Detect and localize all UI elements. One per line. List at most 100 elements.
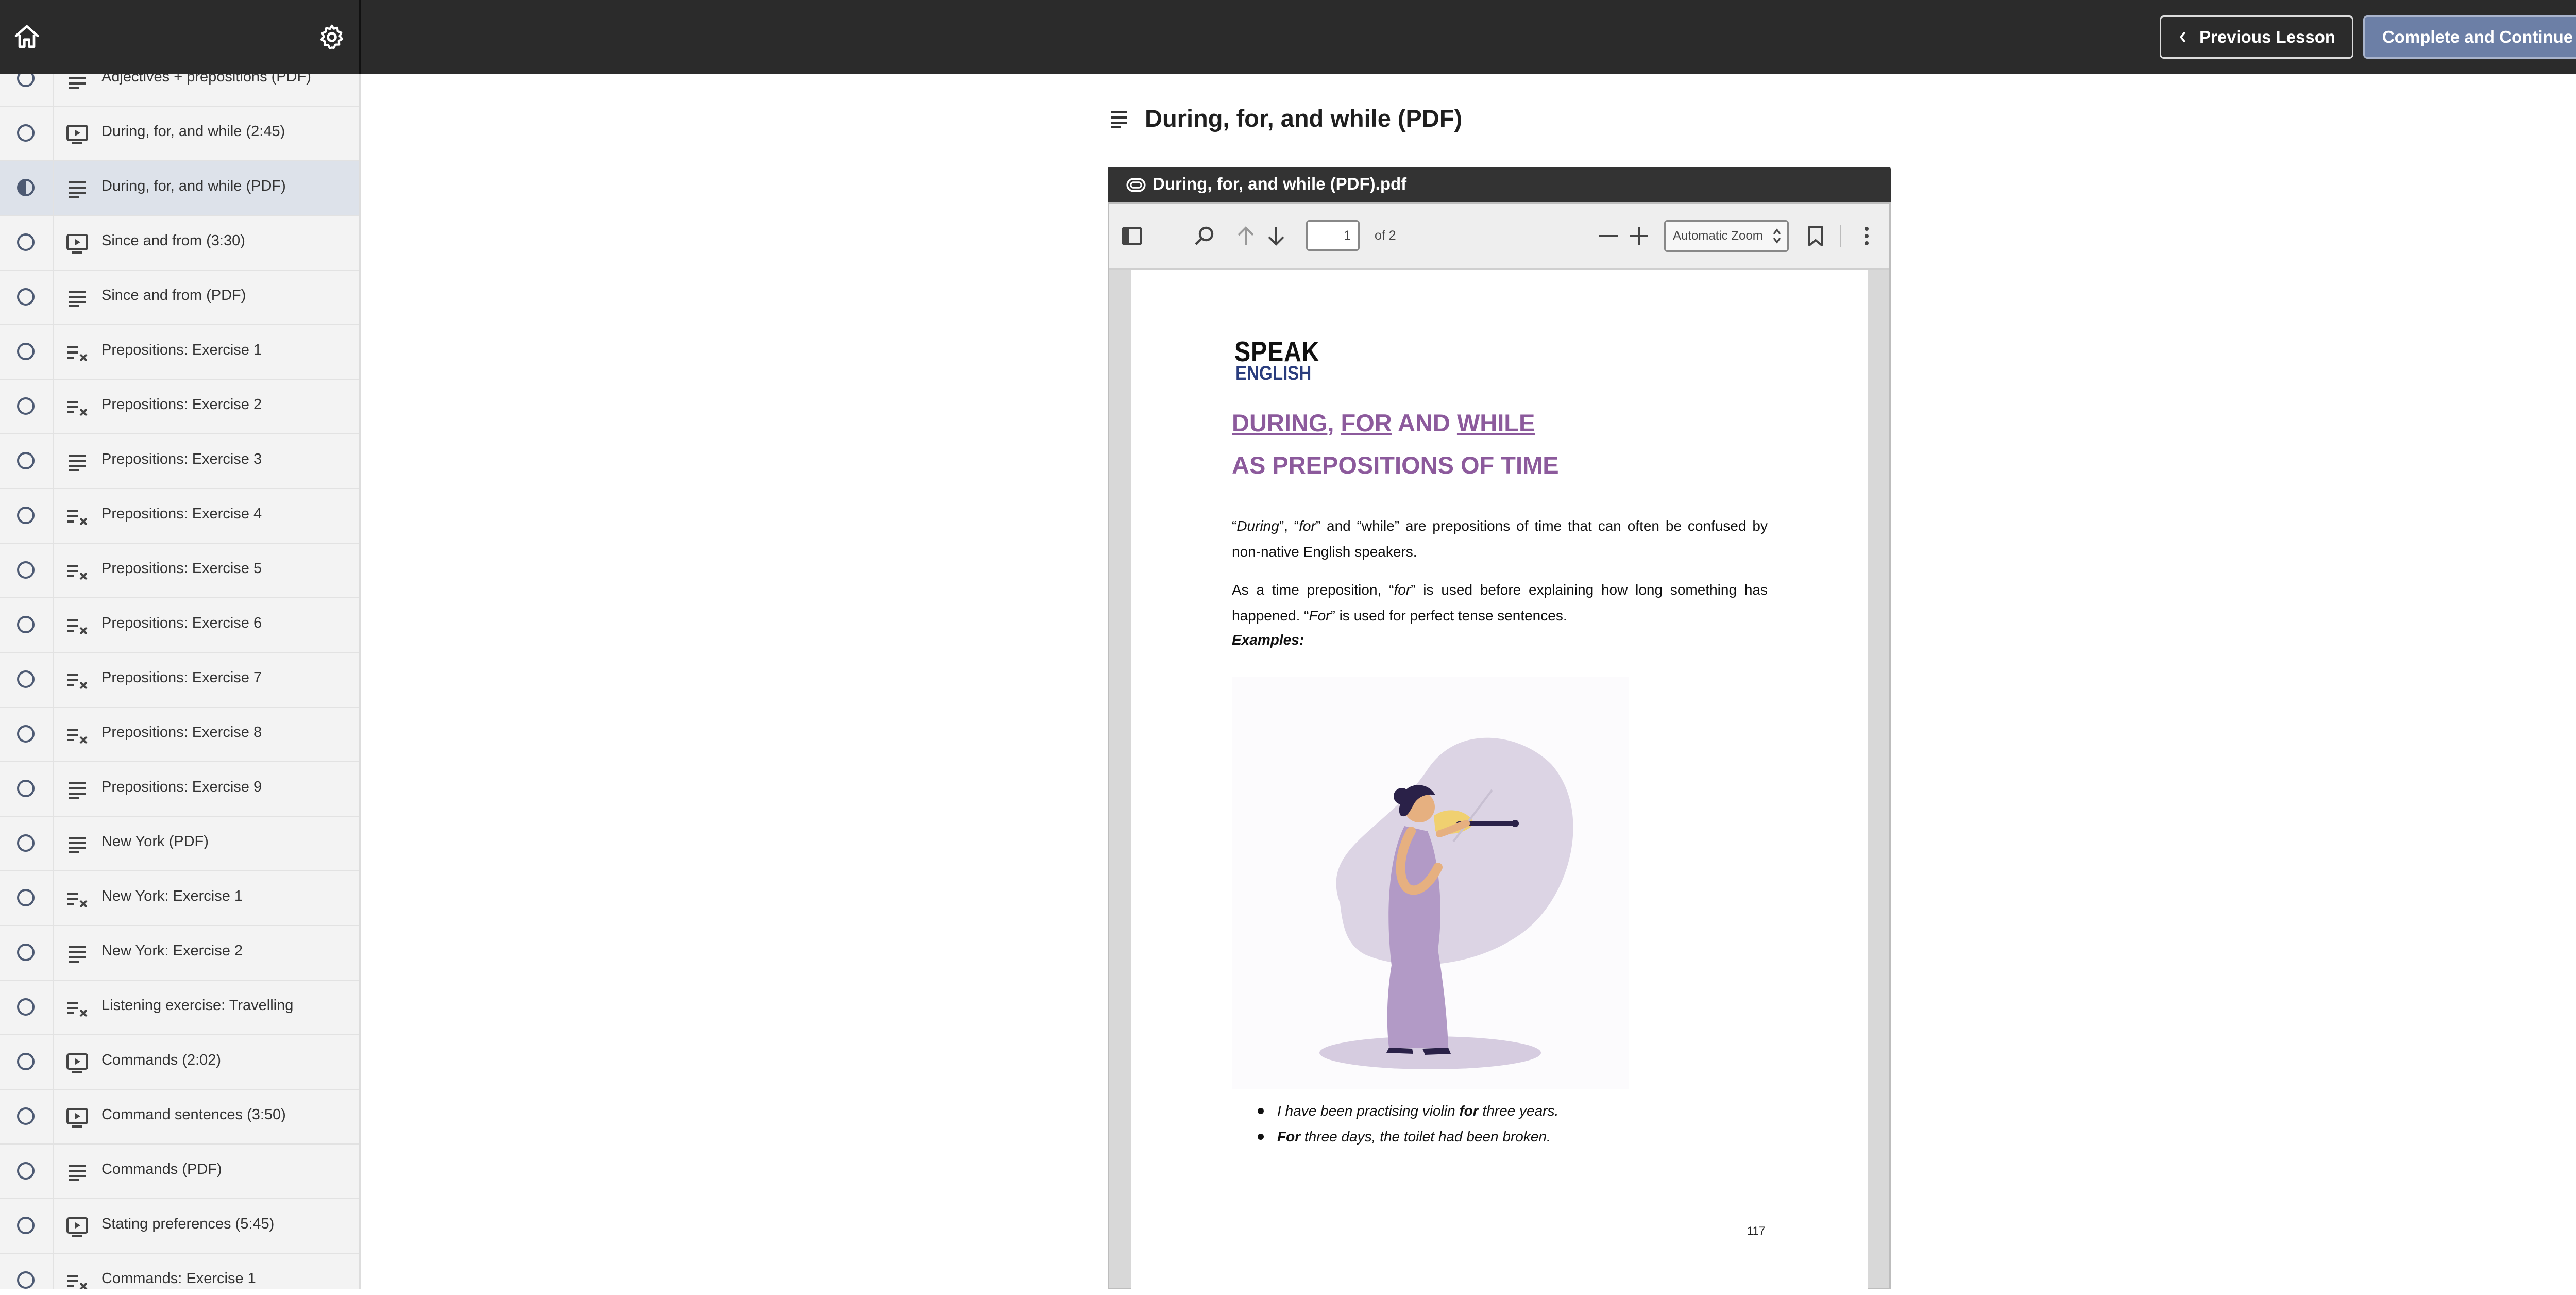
next-page-icon[interactable] (1264, 224, 1289, 248)
sidebar-lesson-item[interactable]: Prepositions: Exercise 3 (0, 434, 359, 489)
zoom-in-icon[interactable] (1626, 224, 1651, 248)
lesson-status-indicator (17, 452, 35, 469)
pdf-viewer: 1 of 2 Automatic Zoom SPEAK ENGLISH DURI… (1108, 202, 1891, 1295)
sidebar-lesson-item[interactable]: Prepositions: Exercise 9 (0, 762, 359, 817)
quiz-icon (66, 725, 89, 745)
sidebar-lesson-label: Adjectives + prepositions (PDF) (101, 74, 311, 85)
sidebar-lesson-item[interactable]: Listening exercise: Travelling (0, 981, 359, 1035)
sidebar-lesson-item[interactable]: Commands: Exercise 1 (0, 1254, 359, 1289)
item-divider (53, 216, 54, 270)
violinist-illustration (1232, 677, 1629, 1089)
item-divider (53, 107, 54, 160)
lesson-status-indicator (17, 725, 35, 743)
sidebar-lesson-label: Stating preferences (5:45) (101, 1216, 275, 1232)
item-divider (53, 1199, 54, 1253)
complete-and-continue-button[interactable]: Complete and Continue (2363, 15, 2576, 59)
sidebar-lesson-item[interactable]: New York: Exercise 2 (0, 926, 359, 981)
sidebar-lesson-item[interactable]: Commands (2:02) (0, 1035, 359, 1090)
search-icon[interactable] (1193, 224, 1217, 248)
item-divider (53, 489, 54, 543)
example-item-2: For three days, the toilet had been brok… (1258, 1124, 1558, 1150)
doc-heading-line1: DURING, FOR AND WHILE (1232, 409, 1535, 437)
attachment-filename[interactable]: During, for, and while (PDF).pdf (1153, 174, 1406, 194)
quiz-icon (66, 888, 89, 909)
video-icon (66, 233, 89, 254)
paperclip-icon (1126, 178, 1146, 192)
p2-for-cap: For (1309, 608, 1331, 624)
sidebar-lesson-item[interactable]: Prepositions: Exercise 8 (0, 708, 359, 762)
sidebar-lesson-label: During, for, and while (2:45) (101, 123, 285, 140)
p1-quote2: ”, “ (1279, 518, 1299, 534)
document-icon (1111, 111, 1127, 128)
attachment-header: During, for, and while (PDF).pdf (1108, 167, 1891, 202)
chevron-left-icon (2179, 31, 2186, 43)
sidebar-lesson-item[interactable]: Commands (PDF) (0, 1145, 359, 1199)
item-divider (53, 817, 54, 870)
document-icon (66, 178, 89, 199)
heading-comma: , (1327, 409, 1341, 436)
item-divider (53, 598, 54, 652)
doc-paragraph-1: “During”, “for” and “while” are preposit… (1232, 513, 1768, 565)
sidebar-lesson-label: Prepositions: Exercise 3 (101, 451, 262, 467)
lesson-status-indicator (17, 998, 35, 1016)
sidebar-lesson-item[interactable]: Since and from (3:30) (0, 216, 359, 271)
home-icon (14, 25, 39, 48)
lesson-status-indicator (17, 1053, 35, 1070)
ex1-pre: I have been practising violin (1277, 1103, 1460, 1119)
quiz-icon (66, 561, 89, 581)
lesson-status-indicator (17, 179, 35, 196)
item-divider (53, 1035, 54, 1089)
sidebar-lesson-label: Prepositions: Exercise 4 (101, 506, 262, 522)
page-number-input[interactable]: 1 (1306, 220, 1360, 251)
sidebar-lesson-item[interactable]: Stating preferences (5:45) (0, 1199, 359, 1254)
quiz-icon (66, 615, 89, 636)
item-divider (53, 926, 54, 980)
sidebar-lesson-item[interactable]: Since and from (PDF) (0, 271, 359, 325)
lesson-status-indicator (17, 124, 35, 142)
sidebar-lesson-label: Prepositions: Exercise 9 (101, 779, 262, 795)
sidebar-lesson-item[interactable]: Prepositions: Exercise 2 (0, 380, 359, 434)
sidebar-lesson-item[interactable]: Prepositions: Exercise 4 (0, 489, 359, 544)
sidebar-lesson-label: During, for, and while (PDF) (101, 178, 286, 194)
lesson-status-indicator (17, 1162, 35, 1180)
lesson-status-indicator (17, 780, 35, 797)
item-divider (53, 708, 54, 761)
sidebar-lesson-item[interactable]: Prepositions: Exercise 6 (0, 598, 359, 653)
item-divider (53, 74, 54, 106)
heading-during: DURING (1232, 409, 1328, 436)
sidebar-lesson-item[interactable]: Prepositions: Exercise 1 (0, 325, 359, 380)
sidebar-lesson-item[interactable]: Adjectives + prepositions (PDF) (0, 74, 359, 107)
sidebar-lesson-label: Prepositions: Exercise 6 (101, 615, 262, 631)
sidebar-lesson-label: Prepositions: Exercise 2 (101, 396, 262, 413)
sidebar-lesson-label: New York: Exercise 1 (101, 888, 243, 904)
quiz-icon (66, 342, 89, 363)
settings-button[interactable] (317, 23, 346, 52)
sidebar-lesson-item[interactable]: Prepositions: Exercise 7 (0, 653, 359, 708)
sidebar-lesson-item[interactable]: Prepositions: Exercise 5 (0, 544, 359, 598)
item-divider (53, 161, 54, 215)
zoom-select[interactable]: Automatic Zoom (1664, 220, 1789, 252)
sidebar-lesson-item[interactable]: During, for, and while (PDF) (0, 161, 359, 216)
heading-for: FOR (1341, 409, 1392, 436)
bookmark-icon[interactable] (1803, 224, 1828, 248)
sidebar-lesson-item[interactable]: New York (PDF) (0, 817, 359, 871)
previous-lesson-button[interactable]: Previous Lesson (2160, 15, 2353, 59)
zoom-out-icon[interactable] (1596, 224, 1621, 248)
course-sidebar[interactable]: Adjectives + prepositions (PDF) During, f… (0, 74, 361, 1289)
lesson-status-indicator (17, 74, 35, 87)
select-arrows-icon (1773, 228, 1781, 244)
sidebar-lesson-label: Listening exercise: Travelling (101, 997, 294, 1014)
sidebar-lesson-item[interactable]: During, for, and while (2:45) (0, 107, 359, 161)
document-icon (66, 74, 89, 90)
home-button[interactable] (12, 23, 41, 52)
quiz-icon (66, 397, 89, 417)
video-icon (66, 1052, 89, 1073)
sidebar-lesson-item[interactable]: New York: Exercise 1 (0, 871, 359, 926)
ex2-bold: For (1277, 1129, 1301, 1145)
sidebar-toggle-icon[interactable] (1120, 224, 1144, 248)
more-options-icon[interactable] (1854, 224, 1879, 248)
heading-while: WHILE (1456, 409, 1535, 436)
previous-page-icon[interactable] (1233, 224, 1258, 248)
item-divider (53, 871, 54, 925)
sidebar-lesson-item[interactable]: Command sentences (3:50) (0, 1090, 359, 1145)
